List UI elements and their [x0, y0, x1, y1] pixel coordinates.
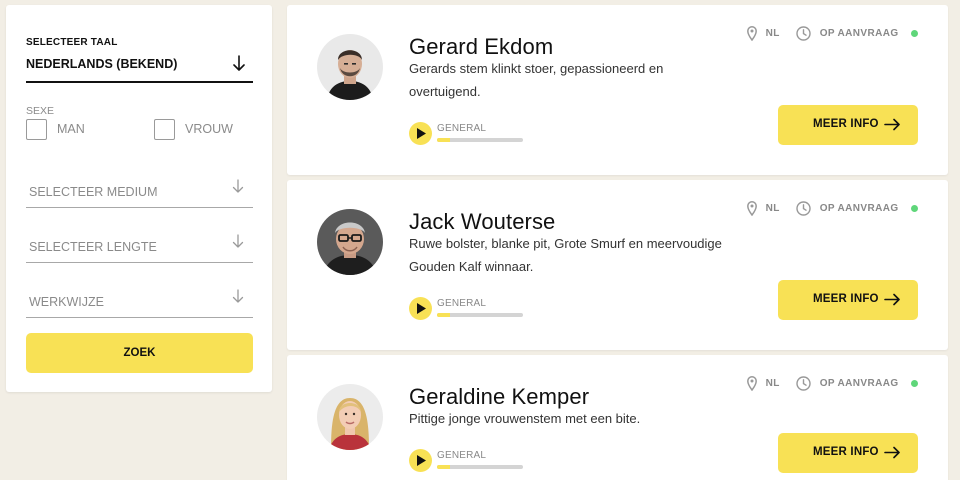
length-select[interactable]: SELECTEER LENGTE	[26, 233, 253, 263]
avatar	[317, 34, 383, 100]
artist-description: Ruwe bolster, blanke pit, Grote Smurf en…	[409, 236, 722, 274]
audio-progress[interactable]	[437, 138, 523, 142]
map-pin-icon	[747, 201, 758, 217]
medium-placeholder: SELECTEER MEDIUM	[29, 185, 158, 199]
arrow-right-icon	[884, 446, 900, 459]
card-meta: NL OP AANVRAAG	[747, 375, 918, 393]
audio-progress-fill	[437, 465, 450, 469]
genre-label: GENERAL	[437, 123, 487, 134]
artist-description: Pittige jonge vrouwenstem met een bite.	[409, 411, 641, 426]
artist-card: Gerard Ekdom Gerards stem klinkt stoer, …	[287, 5, 948, 175]
method-placeholder: WERKWIJZE	[29, 295, 104, 309]
card-meta: NL OP AANVRAAG	[747, 200, 918, 218]
language-label: SELECTEER TAAL	[26, 37, 118, 48]
genre-label: GENERAL	[437, 298, 487, 309]
availability-status-dot	[911, 30, 918, 38]
play-button[interactable]	[409, 449, 432, 472]
length-placeholder: SELECTEER LENGTE	[29, 240, 157, 254]
filter-panel: SELECTEER TAAL NEDERLANDS (BEKEND) SEXE …	[6, 5, 272, 392]
method-select[interactable]: WERKWIJZE	[26, 288, 253, 318]
arrow-right-icon	[884, 293, 900, 306]
more-info-button[interactable]: MEER INFO	[778, 105, 918, 145]
language-select[interactable]: NEDERLANDS (BEKEND)	[26, 52, 253, 83]
map-pin-icon	[747, 376, 758, 392]
artist-card: Jack Wouterse Ruwe bolster, blanke pit, …	[287, 180, 948, 350]
availability-label: OP AANVRAAG	[819, 28, 899, 40]
checkbox-box[interactable]	[26, 119, 47, 140]
checkbox-label: VROUW	[185, 122, 233, 136]
language-value: NEDERLANDS (BEKEND)	[26, 57, 178, 71]
play-icon	[417, 128, 426, 139]
clock-icon	[796, 376, 811, 391]
checkbox-label: MAN	[57, 122, 85, 136]
avatar	[317, 209, 383, 275]
audio-progress-fill	[437, 313, 450, 317]
availability-label: OP AANVRAAG	[819, 378, 899, 390]
genre-label: GENERAL	[437, 450, 487, 461]
more-info-label: MEER INFO	[813, 446, 879, 458]
card-meta: NL OP AANVRAAG	[747, 25, 918, 43]
chevron-down-icon	[232, 178, 244, 195]
clock-icon	[796, 26, 811, 41]
country-label: NL	[765, 378, 780, 390]
play-icon	[417, 455, 426, 466]
artist-card: Geraldine Kemper Pittige jonge vrouwenst…	[287, 355, 948, 480]
availability-label: OP AANVRAAG	[819, 203, 899, 215]
medium-select[interactable]: SELECTEER MEDIUM	[26, 178, 253, 208]
play-button[interactable]	[409, 297, 432, 320]
sexe-label: SEXE	[26, 105, 55, 117]
chevron-down-icon	[232, 233, 244, 250]
map-pin-icon	[747, 26, 758, 42]
avatar	[317, 384, 383, 450]
search-button[interactable]: ZOEK	[26, 333, 253, 373]
audio-progress[interactable]	[437, 465, 523, 469]
play-icon	[417, 303, 426, 314]
more-info-button[interactable]: MEER INFO	[778, 433, 918, 473]
audio-progress[interactable]	[437, 313, 523, 317]
play-button[interactable]	[409, 122, 432, 145]
chevron-down-icon	[232, 288, 244, 305]
artist-description: Gerards stem klinkt stoer, gepassioneerd…	[409, 61, 664, 99]
availability-status-dot	[911, 380, 918, 388]
country-label: NL	[765, 28, 780, 40]
checkbox-box[interactable]	[154, 119, 175, 140]
clock-icon	[796, 201, 811, 216]
more-info-label: MEER INFO	[813, 118, 879, 130]
audio-progress-fill	[437, 138, 450, 142]
availability-status-dot	[911, 205, 918, 213]
more-info-button[interactable]: MEER INFO	[778, 280, 918, 320]
arrow-right-icon	[884, 118, 900, 131]
more-info-label: MEER INFO	[813, 293, 879, 305]
country-label: NL	[765, 203, 780, 215]
arrow-down-icon	[233, 55, 245, 72]
